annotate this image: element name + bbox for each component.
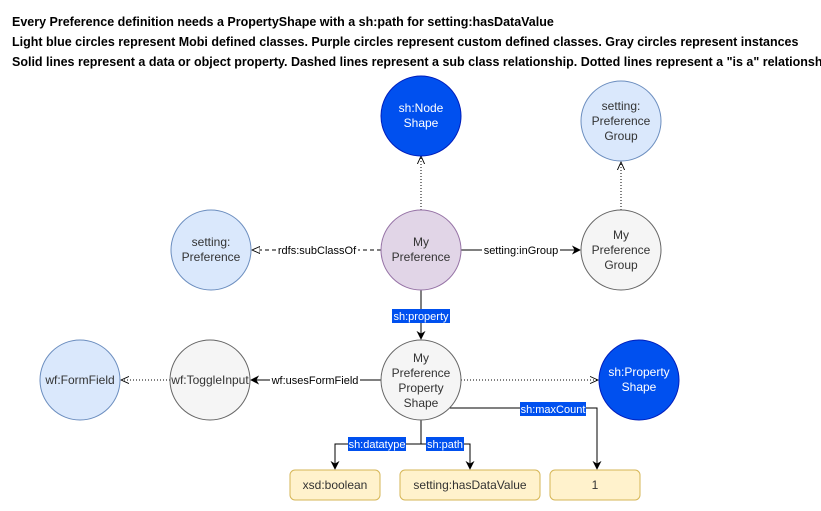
- node-label-line: My: [613, 228, 629, 242]
- node-my-preference-property-shape[interactable]: My Preference Property Shape: [380, 339, 462, 421]
- node-my-preference-group[interactable]: My Preference Group: [580, 209, 662, 291]
- node-label-line: My: [413, 351, 429, 365]
- node-label-line: sh:Node: [399, 101, 444, 115]
- node-label-line: setting:: [602, 99, 641, 113]
- literal-max-count-value[interactable]: 1: [549, 469, 641, 501]
- ontology-diagram: rdfs:subClassOf setting:inGroup sh:prope…: [39, 75, 680, 501]
- node-wf-form-field[interactable]: wf:FormField: [39, 339, 121, 421]
- node-sh-property-shape[interactable]: sh:Property Shape: [598, 339, 680, 421]
- literal-xsd-boolean[interactable]: xsd:boolean: [289, 469, 381, 501]
- node-label-line: Group: [604, 258, 638, 272]
- node-label-line: Preference: [392, 250, 451, 264]
- node-label-line: Preference: [592, 243, 651, 257]
- node-label-line: Group: [604, 129, 638, 143]
- node-label-line: Preference: [592, 114, 651, 128]
- node-sh-node-shape[interactable]: sh:Node Shape: [380, 75, 462, 157]
- edge-max-count: [450, 407, 602, 470]
- node-label-line: wf:ToggleInput: [170, 373, 249, 387]
- node-label-line: Shape: [404, 116, 439, 130]
- edge-label-sh-property: sh:property: [393, 311, 449, 323]
- node-label-line: My: [413, 235, 429, 249]
- edge-label-path: sh:path: [427, 439, 463, 451]
- node-label-line: wf:FormField: [44, 373, 114, 387]
- node-setting-preference[interactable]: setting: Preference: [170, 209, 252, 291]
- node-label-line: Preference: [182, 250, 241, 264]
- node-label-line: Shape: [404, 396, 439, 410]
- node-wf-toggle-input[interactable]: wf:ToggleInput: [169, 339, 251, 421]
- node-my-preference[interactable]: My Preference: [380, 209, 462, 291]
- literal-label: 1: [592, 478, 599, 492]
- edge-label-uses-form-field: wf:usesFormField: [271, 375, 359, 387]
- edge-label-subclass-of: rdfs:subClassOf: [278, 245, 357, 257]
- node-label-line: Shape: [622, 380, 657, 394]
- node-label-line: Property: [398, 381, 443, 395]
- node-label-line: Preference: [392, 366, 451, 380]
- node-setting-preference-group[interactable]: setting: Preference Group: [580, 80, 662, 162]
- edge-label-max-count: sh:maxCount: [521, 404, 586, 416]
- node-label-line: setting:: [192, 235, 231, 249]
- node-label-line: sh:Property: [608, 365, 669, 379]
- literal-label: setting:hasDataValue: [413, 478, 527, 492]
- edge-label-in-group: setting:inGroup: [484, 245, 559, 257]
- edge-label-datatype: sh:datatype: [349, 439, 406, 451]
- literal-label: xsd:boolean: [303, 478, 368, 492]
- literal-setting-has-data-value[interactable]: setting:hasDataValue: [399, 469, 541, 501]
